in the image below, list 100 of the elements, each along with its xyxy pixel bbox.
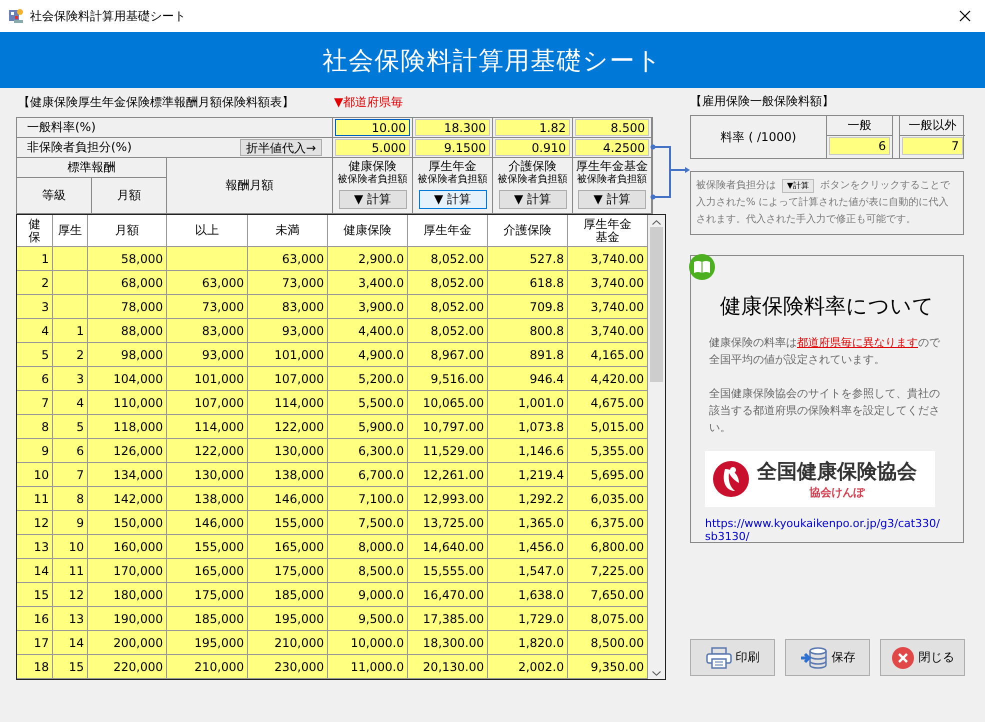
table-cell: 1,146.6 [488, 438, 568, 462]
remuneration-header: 報酬月額 [226, 177, 274, 194]
insurance-name: 厚生年金基金 [576, 159, 648, 173]
table-cell: 13,725.00 [408, 510, 488, 534]
calculate-button[interactable]: ▼計算 [782, 179, 814, 193]
table-cell: 9,500.0 [328, 606, 408, 630]
table-cell: 1,292.2 [488, 486, 568, 510]
half-value-button[interactable]: 折半値代入→ [240, 139, 322, 156]
calculate-button[interactable]: ▼ 計算 [578, 190, 646, 209]
table-cell: 200,000 [88, 630, 166, 654]
table-cell: 93,000 [166, 342, 248, 366]
table-cell: 134,000 [88, 462, 166, 486]
column-header: 一般 [827, 116, 893, 136]
table-cell: 6,800.00 [568, 534, 648, 558]
table-cell: 8 [17, 414, 52, 438]
website-link[interactable]: https://www.kyoukaikenpo.or.jp/g3/cat330/sb3130/ [705, 517, 945, 543]
insurance-subtitle: 被保険者負担額 [498, 173, 568, 187]
print-button[interactable]: 印刷 [690, 639, 775, 676]
table-cell: 230,000 [248, 654, 328, 678]
table-cell: 11,529.00 [408, 438, 488, 462]
table-cell: 8,052.00 [408, 270, 488, 294]
table-cell: 130,000 [166, 462, 248, 486]
rate-input-field[interactable]: 1.82 [495, 119, 570, 136]
table-cell: 13 [17, 534, 52, 558]
table-cell: 185,000 [166, 606, 248, 630]
column-header: 以上 [166, 215, 248, 246]
table-cell: 9,000.0 [328, 582, 408, 606]
table-cell: 618.8 [488, 270, 568, 294]
table-cell: 122,000 [166, 438, 248, 462]
info-text: 健康保険の料率は都道府県毎に異なりますので全国平均の値が設定されています。 [709, 335, 942, 368]
table-cell: 146,000 [248, 486, 328, 510]
insurance-name: 介護保険 [508, 159, 556, 173]
table-cell: 8,967.00 [408, 342, 488, 366]
rate-input-field[interactable]: 10.00 [335, 119, 410, 136]
rate-input-field[interactable]: 18.300 [415, 119, 490, 136]
rate-input-field[interactable]: 9.1500 [415, 139, 490, 156]
table-cell: 155,000 [166, 534, 248, 558]
table-cell: 16,470.00 [408, 582, 488, 606]
calculate-button[interactable]: ▼ 計算 [498, 190, 566, 209]
table-cell: 3,900.0 [328, 294, 408, 318]
table-cell: 107,000 [248, 366, 328, 390]
rate-label: 非保険者負担分(%) [27, 139, 132, 156]
table-cell: 220,000 [88, 654, 166, 678]
table-cell: 73,000 [166, 294, 248, 318]
table-cell: 126,000 [88, 438, 166, 462]
table-cell: 93,000 [248, 318, 328, 342]
close-button[interactable]: 閉じる [880, 639, 965, 676]
table-cell: 9,516.00 [408, 366, 488, 390]
table-cell: 17,385.00 [408, 606, 488, 630]
table-cell: 8,075.00 [568, 606, 648, 630]
insurance-name: 厚生年金 [428, 159, 476, 173]
table-cell: 83,000 [248, 294, 328, 318]
table-cell: 7 [17, 390, 52, 414]
table-cell: 190,000 [88, 606, 166, 630]
table-cell: 114,000 [166, 414, 248, 438]
table-cell: 4,675.00 [568, 390, 648, 414]
calculate-button[interactable]: ▼ 計算 [418, 190, 486, 209]
table-cell: 5 [17, 342, 52, 366]
table-cell: 3 [17, 294, 52, 318]
rate-input-field[interactable]: 4.2500 [575, 139, 649, 156]
table-cell: 10 [17, 462, 52, 486]
rate-input-field[interactable]: 5.000 [335, 139, 410, 156]
table-cell: 6,300.0 [328, 438, 408, 462]
table-cell: 5,500.0 [328, 390, 408, 414]
table-cell: 6,700.0 [328, 462, 408, 486]
table-cell: 185,000 [248, 582, 328, 606]
panel-title: 健康保険料率について [719, 293, 935, 320]
table-cell: 15 [52, 654, 88, 678]
table-cell: 10,000.0 [328, 630, 408, 654]
table-cell: 63,000 [166, 270, 248, 294]
save-button[interactable]: 保存 [785, 639, 870, 676]
table-cell: 83,000 [166, 318, 248, 342]
banner-title: 社会保険料計算用基礎シート [322, 44, 662, 76]
rate-input-field[interactable]: 6 [829, 137, 890, 155]
table-cell: 1,456.0 [488, 534, 568, 558]
table-cell: 8,052.00 [408, 246, 488, 270]
table-cell: 4,420.00 [568, 366, 648, 390]
calculate-button[interactable]: ▼ 計算 [338, 190, 406, 209]
table-cell: 8,500.00 [568, 630, 648, 654]
table-cell: 4 [52, 390, 88, 414]
table-cell: 8,000.0 [328, 534, 408, 558]
logo-subtitle: 協会けんぽ [810, 485, 864, 500]
table-cell: 14 [17, 558, 52, 582]
rate-input-field[interactable]: 7 [902, 137, 963, 155]
table-cell: 5 [52, 414, 88, 438]
table-cell: 150,000 [88, 510, 166, 534]
table-cell: 104,000 [88, 366, 166, 390]
table-cell: 5,695.00 [568, 462, 648, 486]
table-cell: 3,740.00 [568, 294, 648, 318]
table-cell: 5,200.0 [328, 366, 408, 390]
table-cell: 11 [52, 558, 88, 582]
table-cell: 1,219.4 [488, 462, 568, 486]
column-header: 厚生 [52, 215, 88, 246]
rate-input-field[interactable]: 0.910 [495, 139, 570, 156]
table-cell: 142,000 [88, 486, 166, 510]
table-cell: 10,065.00 [408, 390, 488, 414]
table-cell: 3,400.0 [328, 270, 408, 294]
rate-input-field[interactable]: 8.500 [575, 119, 649, 136]
table-cell: 2,002.0 [488, 654, 568, 678]
standard-header: 標準報酬 [17, 158, 166, 178]
